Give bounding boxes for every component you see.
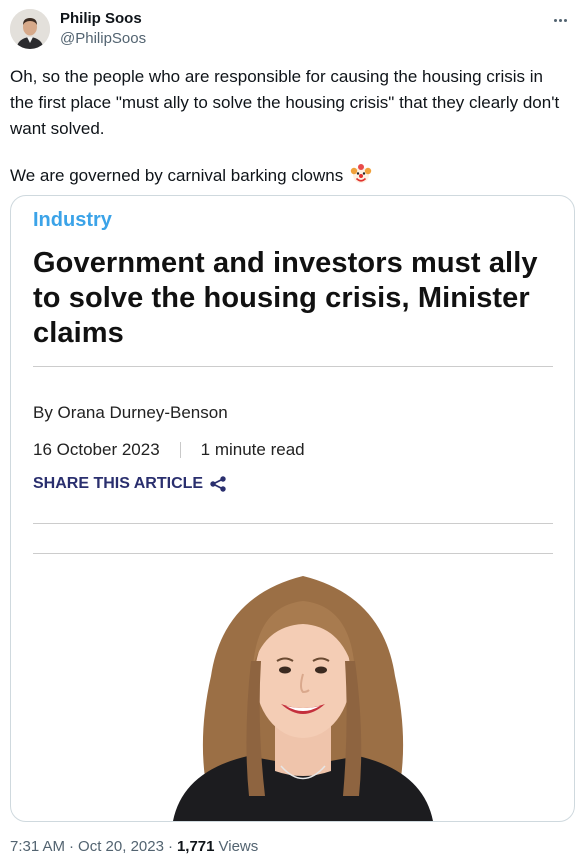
tweet: Philip Soos @PhilipSoos Oh, so the peopl… (0, 0, 579, 860)
handle[interactable]: @PhilipSoos (60, 29, 146, 49)
share-label: SHARE THIS ARTICLE (33, 475, 204, 492)
avatar[interactable] (10, 9, 50, 49)
article-card[interactable]: Industry Government and investors must a… (10, 195, 575, 822)
tweet-header: Philip Soos @PhilipSoos (10, 8, 570, 52)
divider (33, 366, 553, 367)
article-meta: 16 October 2023 1 minute read (33, 440, 305, 460)
article-photo (153, 566, 453, 821)
tweet-date[interactable]: Oct 20, 2023 (78, 838, 164, 855)
views-count: 1,771 (176, 838, 215, 855)
display-name[interactable]: Philip Soos (60, 10, 146, 28)
author-block: Philip Soos @PhilipSoos (60, 10, 146, 49)
article-byline: By Orana Durney-Benson (33, 403, 228, 422)
share-article-button[interactable]: SHARE THIS ARTICLE (33, 475, 227, 493)
more-dots-icon[interactable] (548, 10, 572, 30)
divider (33, 523, 553, 524)
article-date: 16 October 2023 (33, 440, 160, 459)
separator-dot: · (69, 838, 75, 855)
tweet-text: Oh, so the people who are responsible fo… (10, 64, 570, 189)
tweet-footer: 7:31 AM · Oct 20, 2023 · 1,771 Views (10, 838, 258, 855)
divider (33, 553, 553, 554)
article-category: Industry (33, 209, 112, 231)
clown-face-icon (350, 163, 372, 185)
separator-dot: · (167, 838, 173, 855)
tweet-paragraph-text: We are governed by carnival barking clow… (10, 166, 344, 185)
tweet-paragraph: Oh, so the people who are responsible fo… (10, 67, 560, 138)
share-icon (210, 476, 226, 492)
article-headline: Government and investors must ally to so… (33, 247, 538, 349)
tweet-time[interactable]: 7:31 AM (10, 838, 65, 855)
views-label: Views (218, 838, 259, 855)
tweet-paragraph: We are governed by carnival barking clow… (10, 163, 570, 189)
article-read-time: 1 minute read (200, 440, 305, 459)
meta-separator (179, 442, 181, 458)
